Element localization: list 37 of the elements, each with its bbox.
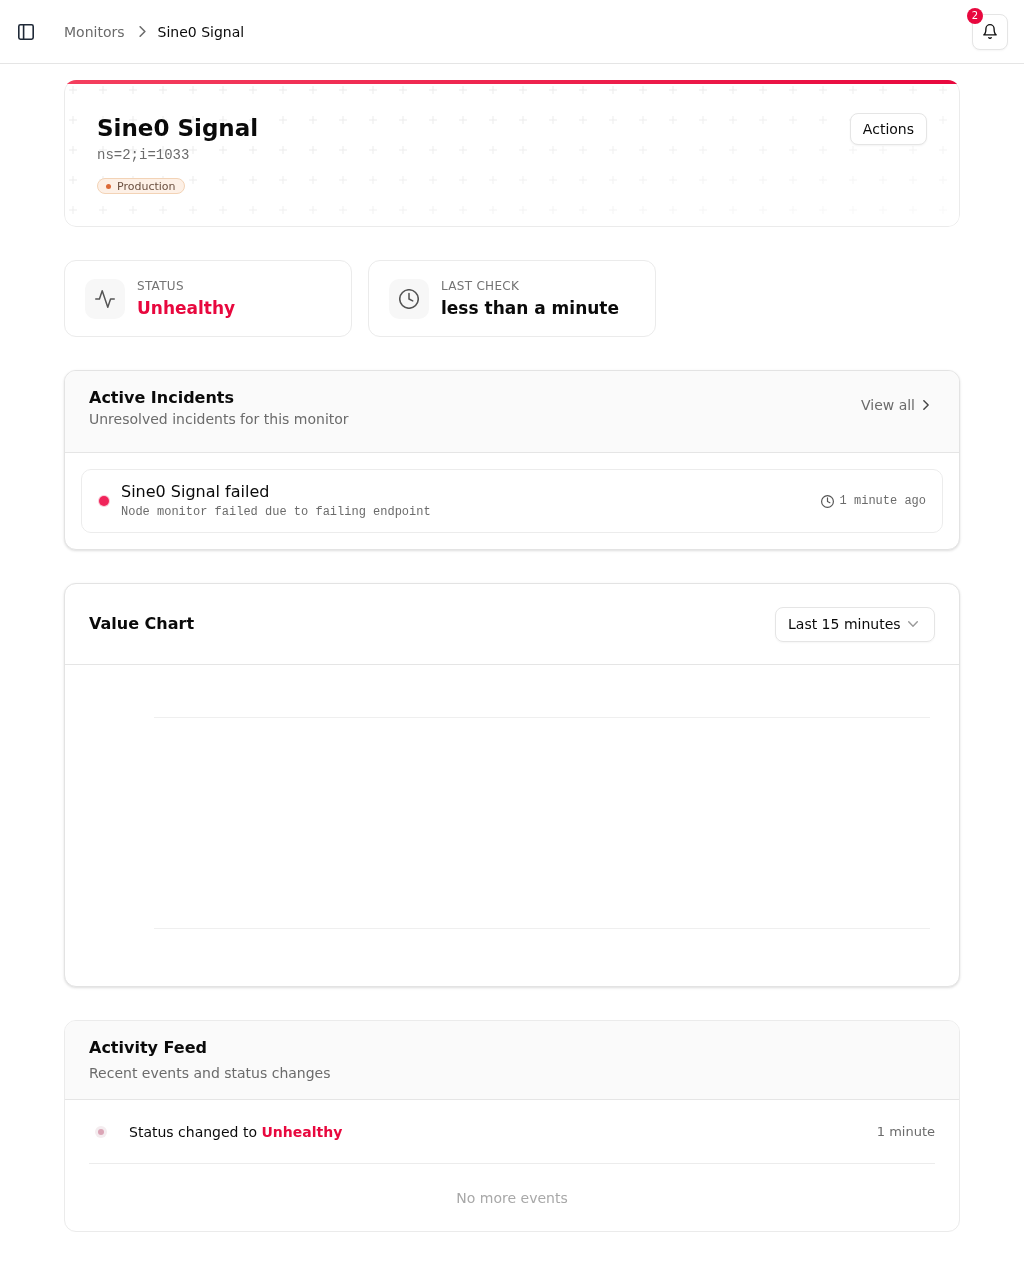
- chevron-right-icon: [138, 26, 146, 37]
- current-page-name: Sine0 Signal: [157, 23, 245, 40]
- bell-icon: [983, 24, 997, 39]
- section-title: Active Incidents: [89, 387, 236, 409]
- breadcrumb-link[interactable]: Monitors: [64, 23, 125, 40]
- notification-count-badge: 2: [967, 7, 983, 24]
- end-of-feed-note: No more events: [456, 1189, 568, 1206]
- incident-time: 1 minute ago: [839, 494, 926, 508]
- section-title: Value Chart: [89, 613, 195, 635]
- section-title: Activity Feed: [89, 1037, 208, 1059]
- pulse-icon: [95, 288, 115, 309]
- section-subtitle: Unresolved incidents for this monitor: [89, 410, 349, 429]
- event-time: 1 minute: [876, 1124, 935, 1139]
- clock-icon: [820, 494, 834, 508]
- stat-label: STATUS: [137, 277, 185, 294]
- incident-item[interactable]: Sine0 Signal failed Node monitor failed due to failing endpoint 1 minute ago: [81, 469, 943, 533]
- clock-icon: [399, 288, 419, 309]
- incident-description: Node monitor failed due to failing endpoint: [121, 504, 432, 520]
- chevron-down-icon: [908, 621, 918, 627]
- event-dot-icon: [95, 1125, 107, 1138]
- sidebar-toggle-icon[interactable]: [18, 23, 34, 40]
- stat-value: Unhealthy: [137, 296, 236, 320]
- event-text: Status changed to Unhealthy: [129, 1123, 344, 1140]
- incident-title: Sine0 Signal failed: [121, 482, 271, 502]
- time-range-select[interactable]: Last 15 minutes: [775, 606, 935, 642]
- incident-dot-icon: [99, 496, 109, 506]
- environment-dot-icon: [106, 183, 111, 189]
- stat-value: less than a minute: [441, 296, 620, 320]
- stat-label: LAST CHECK: [441, 277, 521, 294]
- section-subtitle: Recent events and status changes: [89, 1064, 331, 1083]
- chevron-right-icon: [923, 400, 929, 410]
- environment-label: Production: [117, 179, 176, 193]
- monitor-title: Sine0 Signal: [97, 114, 259, 143]
- notifications-button[interactable]: [972, 13, 1008, 50]
- view-all-link[interactable]: View all: [854, 393, 935, 417]
- actions-button[interactable]: Actions: [849, 113, 927, 145]
- node-id: ns=2;i=1033: [97, 146, 191, 164]
